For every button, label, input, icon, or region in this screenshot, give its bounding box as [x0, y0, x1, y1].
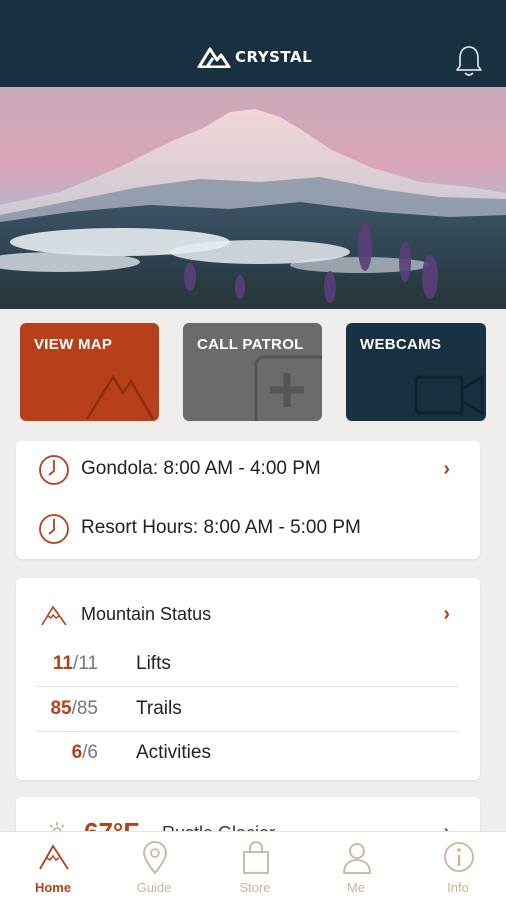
map-pin-icon [143, 841, 167, 875]
tab-home[interactable]: Home [13, 832, 93, 900]
trails-count: 85/85 [50, 698, 98, 719]
clock-icon [39, 514, 69, 544]
chevron-right-icon: › [443, 603, 450, 625]
info-icon [444, 842, 474, 872]
tab-guide[interactable]: Guide [114, 832, 194, 900]
activities-row: 6/6 Activities [36, 732, 458, 776]
tab-me-label: Me [346, 880, 366, 895]
user-icon [343, 843, 371, 874]
mountain-status-header[interactable]: Mountain Status › [16, 600, 480, 630]
webcams-label: WEBCAMS [360, 336, 442, 353]
call-patrol-button[interactable]: CALL PATROL [183, 323, 322, 421]
crystal-logo[interactable]: CRYSTAL [197, 46, 312, 68]
bottom-tab-bar: Home Guide Store Me Info [0, 831, 506, 900]
camera-icon [414, 374, 484, 416]
tab-info[interactable]: Info [418, 832, 498, 900]
mountain-icon [41, 605, 67, 626]
first-aid-icon [254, 355, 322, 421]
chevron-right-icon: › [443, 458, 450, 480]
mountain-icon [39, 844, 69, 870]
tab-home-label: Home [34, 880, 72, 895]
mountain-logo-icon [197, 47, 231, 68]
hours-card: Gondola: 8:00 AM - 4:00 PM › Resort Hour… [16, 441, 480, 559]
webcams-button[interactable]: WEBCAMS [346, 323, 486, 421]
call-patrol-label: CALL PATROL [197, 336, 304, 353]
mountain-status-card: Mountain Status › 11/11 Lifts 85/85 Trai… [16, 578, 480, 780]
resort-hours-text: Resort Hours: 8:00 AM - 5:00 PM [81, 517, 361, 538]
tab-store[interactable]: Store [215, 832, 295, 900]
lifts-row: 11/11 Lifts [36, 643, 458, 687]
view-map-button[interactable]: VIEW MAP [20, 323, 159, 421]
lifts-label: Lifts [136, 653, 171, 674]
activities-count: 6/6 [71, 742, 98, 763]
mountain-status-title: Mountain Status [81, 604, 212, 624]
lifts-count: 11/11 [52, 653, 98, 674]
quick-actions: VIEW MAP CALL PATROL WEBCAMS [20, 323, 486, 421]
bell-icon[interactable] [454, 44, 484, 78]
clock-icon [39, 455, 69, 485]
gondola-hours-text: Gondola: 8:00 AM - 4:00 PM [81, 458, 321, 479]
app-header: CRYSTAL [0, 0, 506, 87]
trails-label: Trails [136, 698, 182, 719]
gondola-hours-row[interactable]: Gondola: 8:00 AM - 4:00 PM › [16, 455, 480, 485]
brand-name: CRYSTAL [235, 48, 313, 66]
resort-hours-row: Resort Hours: 8:00 AM - 5:00 PM [16, 514, 480, 544]
tab-info-label: Info [447, 880, 469, 895]
tab-me[interactable]: Me [316, 832, 396, 900]
tab-store-label: Store [239, 880, 271, 895]
tab-guide-label: Guide [136, 880, 172, 895]
hero-mountain-image [0, 87, 506, 309]
shopping-bag-icon [243, 841, 269, 874]
view-map-label: VIEW MAP [34, 336, 113, 353]
trails-row: 85/85 Trails [36, 688, 458, 732]
activities-label: Activities [136, 742, 211, 763]
mountain-icon [85, 374, 155, 420]
